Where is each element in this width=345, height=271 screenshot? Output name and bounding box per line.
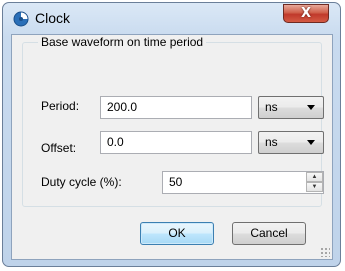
duty-cycle-label: Duty cycle (%):	[41, 175, 122, 189]
groupbox-label: Base waveform on time period	[38, 35, 207, 49]
offset-input[interactable]: 0.0	[100, 131, 252, 154]
duty-cycle-input[interactable]: 50	[162, 171, 324, 194]
window-title: Clock	[35, 10, 71, 26]
offset-unit-select[interactable]: ns	[258, 131, 324, 154]
chevron-down-icon	[307, 105, 315, 110]
offset-label: Offset:	[41, 141, 77, 155]
period-unit-value: ns	[265, 100, 278, 114]
spin-down-icon[interactable]: ▼	[306, 182, 323, 192]
chevron-down-icon	[307, 140, 315, 145]
period-input[interactable]: 200.0	[100, 96, 252, 119]
close-icon: X	[300, 6, 312, 21]
cancel-button[interactable]: Cancel	[232, 222, 306, 245]
dialog-body: Base waveform on time period Period: 200…	[11, 34, 333, 260]
resize-grip[interactable]	[320, 247, 330, 257]
clock-dialog: Clock X Base waveform on time period Per…	[2, 2, 341, 267]
period-label: Period:	[41, 99, 80, 113]
title-bar[interactable]: Clock X	[3, 3, 340, 35]
duty-cycle-spinner[interactable]: ▲ ▼	[306, 172, 323, 193]
spin-up-icon[interactable]: ▲	[306, 172, 323, 182]
offset-unit-value: ns	[265, 135, 278, 149]
clock-app-icon	[13, 11, 29, 27]
period-unit-select[interactable]: ns	[258, 96, 324, 119]
ok-button[interactable]: OK	[140, 222, 214, 245]
close-button[interactable]: X	[283, 4, 329, 23]
